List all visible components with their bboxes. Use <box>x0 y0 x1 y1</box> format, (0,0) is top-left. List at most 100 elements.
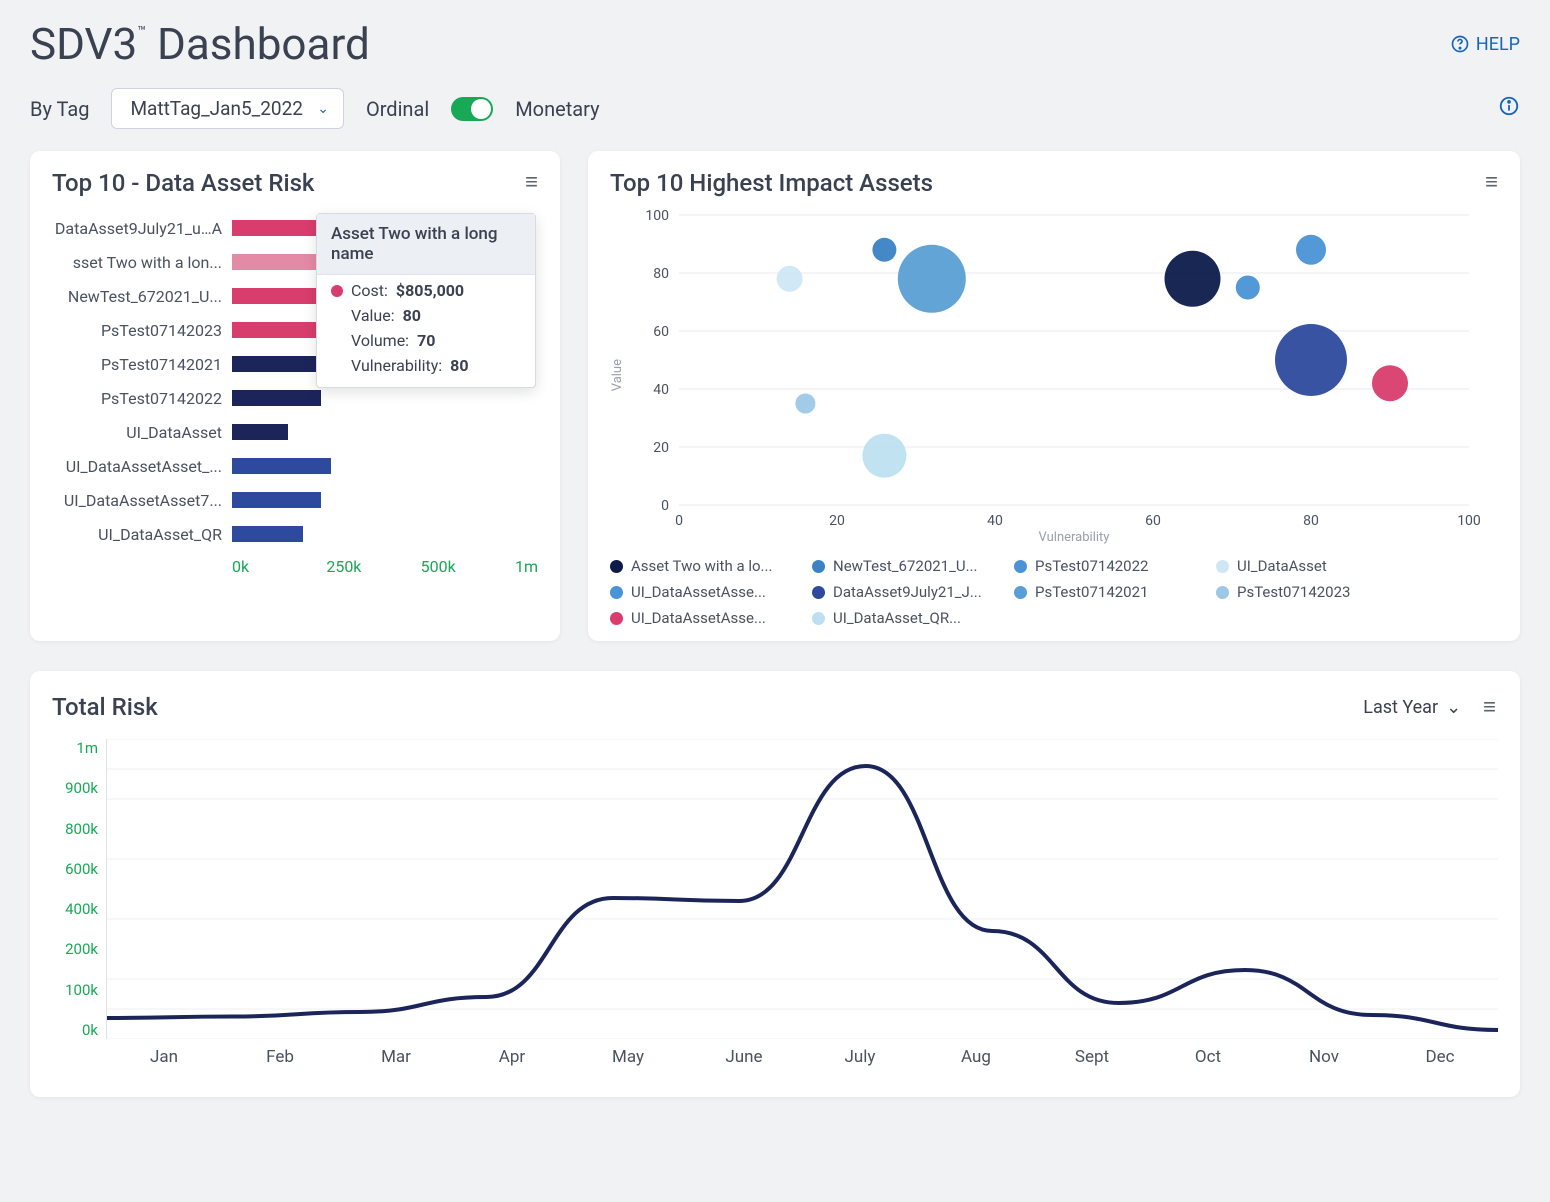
bubble-point[interactable] <box>862 434 906 478</box>
period-select[interactable]: Last Year ⌄ <box>1363 697 1461 718</box>
ordinal-label: Ordinal <box>366 97 429 121</box>
bar-label: UI_DataAssetAsset7... <box>52 491 222 510</box>
svg-text:0: 0 <box>675 513 683 529</box>
bar-fill <box>232 390 321 406</box>
legend-dot <box>1216 586 1229 599</box>
tooltip-volume-value: 70 <box>417 331 435 350</box>
tooltip-cost-value: $805,000 <box>396 281 464 300</box>
bar-label: UI_DataAsset <box>52 423 222 442</box>
svg-text:20: 20 <box>653 440 669 456</box>
legend-item[interactable]: UI_DataAsset <box>1216 557 1396 575</box>
x-tick: Aug <box>918 1047 1034 1067</box>
bar-tick: 0k <box>232 557 326 576</box>
bar-tick: 500k <box>421 557 515 576</box>
bar-label: UI_DataAsset_QR <box>52 525 222 544</box>
legend-item[interactable]: Asset Two with a lo... <box>610 557 790 575</box>
svg-text:80: 80 <box>653 266 669 282</box>
legend-label: PsTest07142021 <box>1035 583 1148 601</box>
card-highest-impact: Top 10 Highest Impact Assets ≡ Value 0 20… <box>588 151 1520 641</box>
legend-item[interactable]: UI_DataAssetAsse... <box>610 583 790 601</box>
legend-item[interactable]: PsTest07142022 <box>1014 557 1194 575</box>
x-tick: Sept <box>1034 1047 1150 1067</box>
legend-item[interactable]: DataAsset9July21_J... <box>812 583 992 601</box>
card-total-risk: Total Risk Last Year ⌄ ≡ 1m 900k 800k 60… <box>30 671 1520 1097</box>
y-tick: 1m <box>52 739 98 757</box>
svg-text:0: 0 <box>661 498 669 514</box>
bubble-point[interactable] <box>1296 235 1326 265</box>
x-tick: July <box>802 1047 918 1067</box>
total-risk-chart <box>106 739 1498 1039</box>
bar-row[interactable]: UI_DataAssetAsset7... <box>52 483 538 517</box>
bubble-point[interactable] <box>1236 276 1260 300</box>
tooltip-vuln-label: Vulnerability: <box>351 356 442 375</box>
svg-text:100: 100 <box>1457 513 1481 529</box>
bubble-chart: 020406080100020406080100Vulnerability <box>629 205 1489 545</box>
legend-item[interactable]: PsTest07142021 <box>1014 583 1194 601</box>
x-tick: June <box>686 1047 802 1067</box>
bar-label: PsTest07142023 <box>52 321 222 340</box>
bubble-point[interactable] <box>1372 365 1408 401</box>
title-rest: Dashboard <box>146 18 370 70</box>
legend-item[interactable]: UI_DataAsset_QR... <box>812 609 992 627</box>
legend-dot <box>610 586 623 599</box>
legend-dot <box>812 560 825 573</box>
bar-row[interactable]: UI_DataAssetAsset_... <box>52 449 538 483</box>
bar-row[interactable]: UI_DataAsset_QR <box>52 517 538 551</box>
tooltip-value-label: Value: <box>351 306 395 325</box>
help-link[interactable]: HELP <box>1450 34 1520 55</box>
bar-label: UI_DataAssetAsset_... <box>52 457 222 476</box>
title-main: SDV3 <box>30 18 137 70</box>
bubble-point[interactable] <box>1165 251 1221 307</box>
total-x-ticks: Jan Feb Mar Apr May June July Aug Sept O… <box>106 1047 1498 1067</box>
legend-dot <box>610 560 623 573</box>
bar-label: NewTest_672021_U... <box>52 287 222 306</box>
bubble-y-label: Value <box>610 359 625 391</box>
tag-select[interactable]: MattTag_Jan5_2022 ⌄ <box>111 88 344 129</box>
card-data-asset-risk: Top 10 - Data Asset Risk ≡ DataAsset9Jul… <box>30 151 560 641</box>
legend-dot <box>812 586 825 599</box>
info-icon[interactable] <box>1498 95 1520 122</box>
tooltip-value-value: 80 <box>403 306 421 325</box>
x-tick: Feb <box>222 1047 338 1067</box>
bar-x-axis: 0k 250k 500k 1m <box>232 557 538 576</box>
legend-dot <box>812 612 825 625</box>
card-b-menu-icon[interactable]: ≡ <box>1485 169 1500 195</box>
legend-label: UI_DataAssetAsse... <box>631 609 766 627</box>
bar-row[interactable]: UI_DataAsset <box>52 415 538 449</box>
bubble-point[interactable] <box>795 394 815 414</box>
legend-item[interactable]: PsTest07142023 <box>1216 583 1396 601</box>
bar-fill <box>232 356 321 372</box>
chevron-down-icon: ⌄ <box>1446 697 1461 718</box>
monetary-toggle[interactable] <box>451 97 493 121</box>
svg-text:40: 40 <box>653 382 669 398</box>
legend-label: NewTest_672021_U... <box>833 557 977 575</box>
bar-tick: 1m <box>515 557 538 576</box>
legend-item[interactable]: UI_DataAssetAsse... <box>610 609 790 627</box>
x-tick: Mar <box>338 1047 454 1067</box>
legend-label: UI_DataAsset <box>1237 557 1327 575</box>
bubble-point[interactable] <box>1275 324 1347 396</box>
bar-label: sset Two with a lon... <box>52 253 222 272</box>
y-tick: 0k <box>52 1021 98 1039</box>
legend-label: DataAsset9July21_J... <box>833 583 982 601</box>
bar-label: DataAsset9July21_u…A <box>52 219 222 238</box>
card-a-menu-icon[interactable]: ≡ <box>525 169 540 195</box>
legend-item[interactable]: NewTest_672021_U... <box>812 557 992 575</box>
y-tick: 400k <box>52 900 98 918</box>
legend-dot <box>610 612 623 625</box>
bar-fill <box>232 526 303 542</box>
bar-label: PsTest07142022 <box>52 389 222 408</box>
tooltip-volume-label: Volume: <box>351 331 409 350</box>
card-c-menu-icon[interactable]: ≡ <box>1483 694 1498 720</box>
x-tick: Apr <box>454 1047 570 1067</box>
bubble-point[interactable] <box>777 266 803 292</box>
x-tick: Oct <box>1150 1047 1266 1067</box>
bubble-point[interactable] <box>872 238 896 262</box>
tooltip-vuln-value: 80 <box>450 356 468 375</box>
bubble-point[interactable] <box>898 245 966 313</box>
y-tick: 100k <box>52 981 98 999</box>
svg-text:60: 60 <box>1145 513 1161 529</box>
card-b-title: Top 10 Highest Impact Assets <box>610 169 1498 197</box>
bar-tick: 250k <box>326 557 420 576</box>
legend-label: Asset Two with a lo... <box>631 557 772 575</box>
